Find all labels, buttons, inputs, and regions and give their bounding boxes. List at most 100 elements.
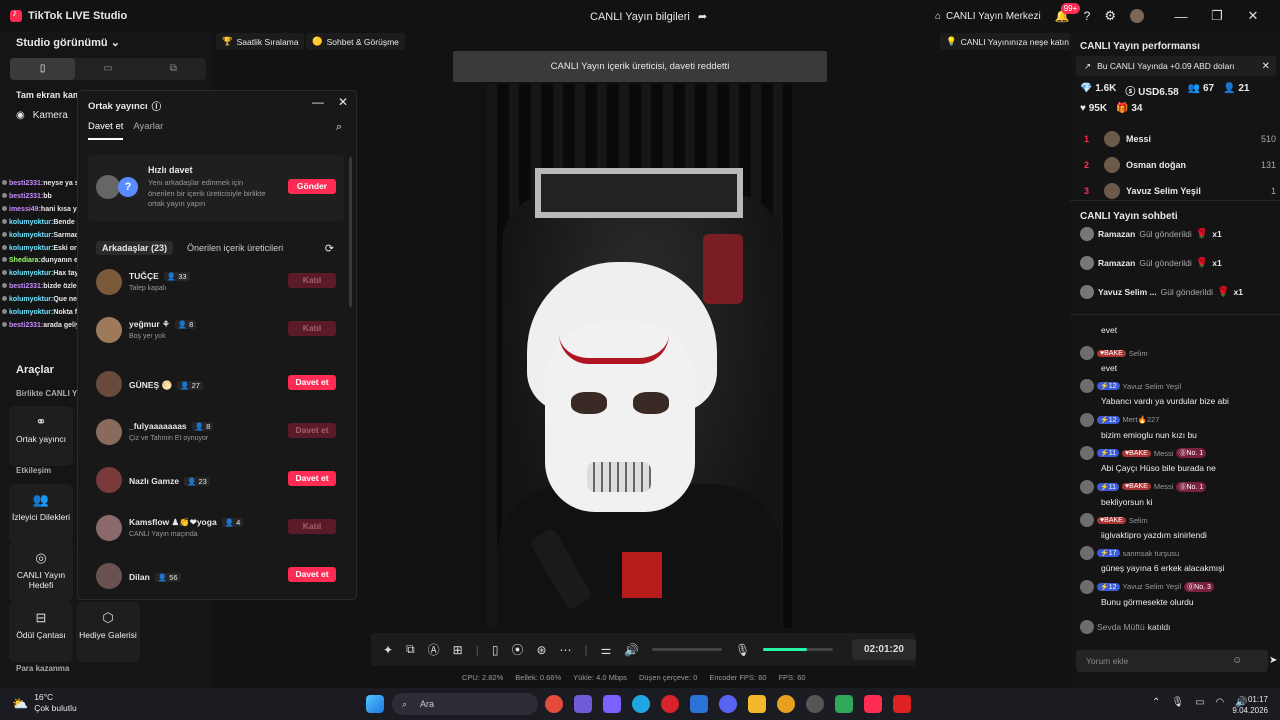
avatar [2,205,7,211]
close-icon[interactable]: ✕ [338,95,348,109]
diamond-stat: 💎 1.6K [1080,83,1117,94]
tab-suggested[interactable]: Önerilen içerik üreticileri [187,241,283,255]
share-icon[interactable]: ➦ [698,10,707,23]
magic-wand-icon[interactable]: ✦ [383,643,393,657]
gift-gallery-label: Hediye Galerisi [79,630,137,640]
close-icon[interactable]: ✕ [1262,61,1270,72]
friend-action-button[interactable]: Katıl [288,273,336,288]
send-icon[interactable]: ➤ [1269,655,1277,666]
notification-bell-icon[interactable]: 🔔 99+ [1055,3,1081,23]
display-icon[interactable]: ▭ [1195,697,1204,708]
skull-mask [545,322,695,512]
send-button[interactable]: Gönder [288,179,336,194]
tab-settings[interactable]: Ayarlar [133,121,163,140]
date: 9.04.2026 [1232,706,1268,715]
camera-source[interactable]: ◉ Kamera [16,110,68,121]
layout-view-icon[interactable]: ⧉ [141,58,206,80]
close-icon[interactable]: ✕ [1242,8,1264,24]
file-explorer-icon[interactable] [748,695,766,713]
follower-count: 👤 33 [163,271,190,281]
phone-icon[interactable]: ▯ [492,643,499,657]
discord-icon[interactable] [719,695,737,713]
avatar[interactable] [1130,9,1144,23]
gear-icon[interactable]: ⚙ [1104,8,1116,24]
rank-badge-value: No. 1 [1186,483,1204,491]
app-brand: TikTok LIVE Studio [0,8,128,22]
friend-name: TUĞÇE [129,271,159,281]
avatar [2,270,7,276]
level-badge: ⚡11 [1097,449,1119,458]
friend-action-button[interactable]: Davet et [288,567,336,582]
friend-action-button[interactable]: Davet et [288,423,336,438]
maximize-icon[interactable]: ❐ [1206,8,1228,24]
leaderboard-row[interactable]: 2 Osman doğan 131 [1084,152,1276,178]
friend-name-row: Nazlı Gamze 👤 23 [129,476,210,486]
viewer-requests-button[interactable]: 👥 İzleyici Dilekleri [9,484,73,544]
edge-icon[interactable] [632,695,650,713]
screen-add-icon[interactable]: ⊞ [453,643,463,657]
hourly-rank-chip[interactable]: 🏆 Saatlik Sıralama [216,33,305,50]
opera-icon[interactable] [661,695,679,713]
chrome-icon[interactable] [545,695,563,713]
mic-icon[interactable]: 🎙 [1171,697,1184,708]
mic-slider[interactable] [763,648,833,651]
teams-icon[interactable] [574,695,592,713]
taskbar-search[interactable]: ⌕ Ara [392,693,538,715]
chevron-up-icon[interactable]: ⌃ [1152,697,1160,708]
app-icon[interactable] [835,695,853,713]
help-icon[interactable]: ? [1084,9,1091,23]
mic-icon[interactable]: 🎙 [735,643,750,657]
windows-start-icon[interactable] [366,695,384,713]
reward-bag-button[interactable]: ⊟ Ödül Çantası [9,602,73,662]
tab-invite[interactable]: Davet et [88,121,124,140]
gift-event-row: Ramazan Gül gönderildi 🌹 x1 [1080,253,1276,273]
obs-icon[interactable] [806,695,824,713]
studio-view-dropdown[interactable]: Studio görünümü ⌄ [16,36,120,49]
live-goal-button[interactable]: ◎ CANLI Yayın Hedefi [9,542,73,602]
chat-meet-chip[interactable]: 🟡 Sohbet & Görüşme [306,33,405,50]
volume-icon[interactable]: 🔊 [624,643,639,657]
friend-action-button[interactable]: Katıl [288,321,336,336]
follower-count: 👤 4 [221,518,244,527]
portrait-view-icon[interactable]: ▯ [10,58,76,80]
ai-icon[interactable]: Ⓐ [428,641,440,658]
chrome-alt-icon[interactable] [777,695,795,713]
refresh-icon[interactable]: ⟳ [325,242,334,255]
like-count: 95K [1088,103,1108,114]
landscape-view-icon[interactable]: ▭ [75,58,140,80]
weather-widget[interactable]: ⛅ 16°C Çok bulutlu [12,692,77,714]
clock[interactable]: 01:17 9.04.2026 [1232,694,1268,716]
app-name: TikTok LIVE Studio [28,10,128,22]
copilot-icon[interactable] [603,695,621,713]
tiktok-taskbar-icon[interactable] [864,695,882,713]
more-icon[interactable]: ⋯ [560,643,572,657]
fan-badge: ♥BAKE [1097,349,1126,357]
friend-action-button[interactable]: Katıl [288,519,336,534]
scrollbar[interactable] [349,157,352,307]
settings-sliders-icon[interactable]: ⚌ [601,643,612,657]
minimize-icon[interactable]: — [1170,9,1192,24]
search-icon[interactable]: ⌕ [336,121,342,134]
avatar [96,371,122,397]
wifi-icon[interactable]: ◠ [1216,697,1225,708]
emoji-icon[interactable]: ☺ [1232,655,1242,666]
record-icon[interactable]: ⦿ [511,641,523,658]
youtube-icon[interactable] [893,695,911,713]
focus-icon[interactable]: ⊛ [536,643,546,657]
mail-icon[interactable] [690,695,708,713]
live-info-link[interactable]: CANLI Yayın bilgileri ➦ [590,10,707,24]
cohost-tool-button[interactable]: ⚭ Ortak yayıncı [9,406,73,466]
joy-chip[interactable]: 💡 CANLI Yayınınıza neşe katın [940,33,1075,50]
leaderboard-row[interactable]: 1 Messi 510 [1084,126,1276,152]
rose-icon: 🌹 [1195,257,1209,269]
minimize-icon[interactable]: — [312,95,324,109]
info-icon[interactable]: ⓘ [152,99,162,113]
volume-slider[interactable] [652,648,723,651]
live-center-button[interactable]: ⌂ CANLI Yayın Merkezi [935,11,1041,22]
effects-icon[interactable]: ⧉ [406,642,415,657]
friend-action-button[interactable]: Davet et [288,375,336,390]
gift-gallery-button[interactable]: ⬡ Hediye Galerisi [76,602,140,662]
avatar [1080,446,1094,461]
friend-action-button[interactable]: Davet et [288,471,336,486]
tab-friends[interactable]: Arkadaşlar (23) [96,241,174,255]
